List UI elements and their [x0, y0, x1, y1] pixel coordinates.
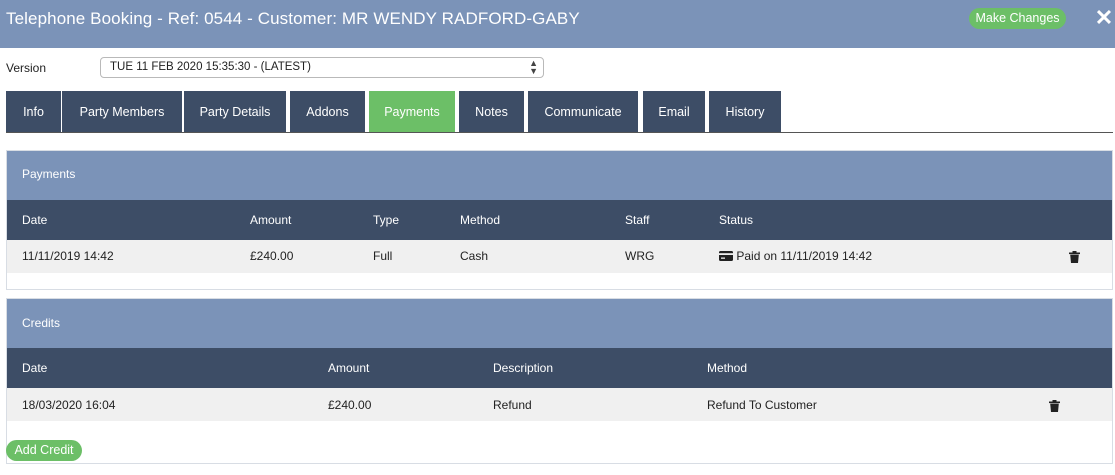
select-arrows-icon: ▲ ▼	[529, 58, 538, 76]
credit-card-icon	[719, 251, 733, 261]
credit-date: 18/03/2020 16:04	[22, 398, 116, 412]
trash-icon[interactable]	[1049, 400, 1060, 412]
table-row: 11/11/2019 14:42 £240.00 Full Cash WRG P…	[7, 240, 1112, 273]
credits-col-description: Description	[493, 361, 554, 375]
payments-panel: Payments Date Amount Type Method Staff S…	[6, 150, 1113, 290]
make-changes-button[interactable]: Make Changes	[969, 8, 1066, 29]
payment-amount: £240.00	[250, 249, 294, 263]
tab-email[interactable]: Email	[643, 91, 705, 133]
payment-date: 11/11/2019 14:42	[22, 249, 114, 263]
credits-col-date: Date	[22, 361, 48, 375]
modal-title: Telephone Booking - Ref: 0544 - Customer…	[6, 9, 580, 28]
add-credit-button[interactable]: Add Credit	[6, 440, 82, 461]
payment-staff: WRG	[625, 249, 655, 263]
credits-col-method: Method	[707, 361, 748, 375]
credits-col-amount: Amount	[328, 361, 370, 375]
version-label: Version	[6, 61, 47, 75]
payments-col-method: Method	[460, 213, 501, 227]
payment-type: Full	[373, 249, 393, 263]
payments-col-type: Type	[373, 213, 400, 227]
payments-col-staff: Staff	[625, 213, 650, 227]
credit-method: Refund To Customer	[707, 398, 817, 412]
version-selected-value: TUE 11 FEB 2020 15:35:30 - (LATEST)	[110, 61, 311, 73]
payments-panel-title: Payments	[7, 151, 1112, 200]
table-row: 18/03/2020 16:04 £240.00 Refund Refund T…	[7, 388, 1112, 421]
tab-party-details[interactable]: Party Details	[184, 91, 286, 133]
credits-panel: Credits Date Amount Description Method 1…	[6, 298, 1113, 464]
credit-description: Refund	[493, 398, 532, 412]
tab-addons[interactable]: Addons	[290, 91, 365, 133]
tab-info[interactable]: Info	[6, 91, 61, 133]
credit-amount: £240.00	[328, 398, 372, 412]
credits-table-header: Date Amount Description Method	[7, 348, 1112, 388]
payments-col-amount: Amount	[250, 213, 292, 227]
close-icon[interactable]: ✕	[1094, 6, 1114, 30]
tab-payments[interactable]: Payments	[369, 91, 455, 133]
credits-panel-title: Credits	[7, 299, 1112, 348]
tab-divider	[6, 132, 1113, 133]
payments-table-header: Date Amount Type Method Staff Status	[7, 200, 1112, 240]
tab-communicate[interactable]: Communicate	[528, 91, 638, 133]
tab-history[interactable]: History	[709, 91, 781, 133]
tab-notes[interactable]: Notes	[459, 91, 524, 133]
version-select[interactable]: TUE 11 FEB 2020 15:35:30 - (LATEST) ▲ ▼	[100, 57, 544, 78]
payment-method: Cash	[460, 249, 489, 263]
payments-col-status: Status	[719, 213, 754, 227]
payment-status-text: Paid on 11/11/2019 14:42	[736, 249, 873, 263]
payments-col-date: Date	[22, 213, 48, 227]
modal-header: Telephone Booking - Ref: 0544 - Customer…	[0, 0, 1115, 48]
payment-status: Paid on 11/11/2019 14:42	[719, 240, 872, 273]
tab-party-members[interactable]: Party Members	[62, 91, 182, 133]
trash-icon[interactable]	[1069, 251, 1080, 263]
